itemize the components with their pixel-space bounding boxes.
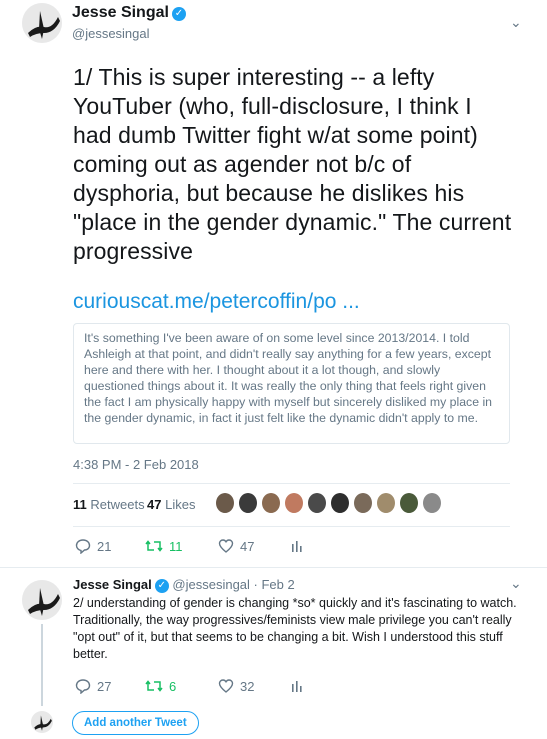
chevron-down-icon[interactable]: ⌄ <box>510 575 522 592</box>
liker-avatar[interactable] <box>330 492 350 514</box>
liker-avatar[interactable] <box>238 492 258 514</box>
tweet-link[interactable]: curiouscat.me/petercoffin/po ... <box>73 290 360 314</box>
reply-button[interactable]: 21 <box>75 538 111 554</box>
avatar[interactable] <box>22 580 62 620</box>
liker-avatar[interactable] <box>284 492 304 514</box>
reply-icon <box>75 539 91 554</box>
avatar <box>31 711 53 733</box>
divider <box>73 526 510 527</box>
like-button[interactable]: 47 <box>218 538 254 554</box>
avatar[interactable] <box>22 3 62 43</box>
verified-badge-icon: ✓ <box>171 7 186 21</box>
author-handle-date[interactable]: @jessesingal · Feb 2 <box>172 577 294 592</box>
quoted-card[interactable]: It's something I've been aware of on som… <box>73 323 510 444</box>
like-button[interactable]: 32 <box>218 678 254 694</box>
liker-avatar[interactable] <box>215 492 235 514</box>
liker-avatar[interactable] <box>422 492 442 514</box>
liker-avatar[interactable] <box>376 492 396 514</box>
quoted-text: It's something I've been aware of on som… <box>84 331 493 425</box>
liker-avatars <box>215 492 445 514</box>
analytics-button[interactable] <box>290 678 304 694</box>
chevron-down-icon[interactable]: ⌄ <box>510 14 522 31</box>
timestamp[interactable]: 4:38 PM - 2 Feb 2018 <box>73 457 199 472</box>
retweet-button[interactable]: 6 <box>145 678 176 694</box>
reply-button[interactable]: 27 <box>75 678 111 694</box>
author-name[interactable]: Jesse Singal ✓ <box>72 4 186 22</box>
likes-stat[interactable]: 47 Likes <box>147 497 195 512</box>
liker-avatar[interactable] <box>307 492 327 514</box>
liker-avatar[interactable] <box>399 492 419 514</box>
analytics-button[interactable] <box>290 538 304 554</box>
heart-icon <box>218 679 234 693</box>
divider <box>0 567 547 568</box>
liker-avatar[interactable] <box>261 492 281 514</box>
retweet-button[interactable]: 11 <box>145 538 183 554</box>
analytics-icon <box>292 681 302 692</box>
retweet-icon <box>145 680 163 692</box>
tweet-text: 1/ This is super interesting -- a lefty … <box>73 64 512 264</box>
divider <box>73 483 510 484</box>
reply-icon <box>75 679 91 694</box>
thread-line <box>41 624 43 706</box>
author-name[interactable]: Jesse Singal <box>73 577 152 592</box>
retweet-icon <box>145 540 163 552</box>
liker-avatar[interactable] <box>353 492 373 514</box>
author-handle[interactable]: @jessesingal <box>72 26 150 41</box>
heart-icon <box>218 539 234 553</box>
retweet-stat[interactable]: 11 Retweets <box>73 497 145 512</box>
add-another-tweet-button[interactable]: Add another Tweet <box>72 711 199 735</box>
tweet-text: 2/ understanding of gender is changing *… <box>73 596 517 661</box>
analytics-icon <box>292 541 302 552</box>
author-header[interactable]: Jesse Singal ✓ @jessesingal · Feb 2 <box>73 577 295 593</box>
verified-badge-icon: ✓ <box>154 579 169 593</box>
